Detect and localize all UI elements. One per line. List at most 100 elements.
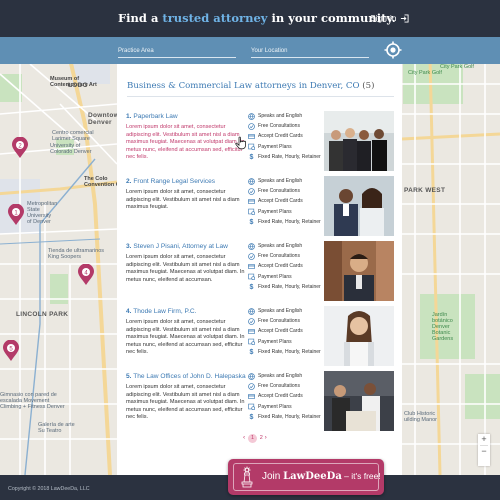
feature-label: Free Consultations xyxy=(258,123,300,130)
attorney-listing[interactable]: 5. The Law Offices of John D. Halepaska L… xyxy=(117,371,402,433)
feature-globe: Speaks and English xyxy=(248,111,324,121)
listing-photo[interactable] xyxy=(324,306,394,366)
feature-label: Payment Plans xyxy=(258,208,292,215)
feature-dollar: $ Fixed Rate, Hourly, Retainer xyxy=(248,347,324,357)
listing-name-link[interactable]: 5. The Law Offices of John D. Halepaska xyxy=(126,373,246,380)
map-label-msu: Metropolitan State University of Denver xyxy=(27,201,58,226)
map-pin-1[interactable]: 1 xyxy=(8,204,24,226)
feature-credit-card: Accept Credit Cards xyxy=(248,326,324,336)
feature-label: Fixed Rate, Hourly, Retainer xyxy=(258,218,321,225)
feature-dollar: $ Fixed Rate, Hourly, Retainer xyxy=(248,217,324,227)
map-pin-5[interactable]: 5 xyxy=(3,340,19,362)
listing-features: Speaks and English Free Consultations Acce… xyxy=(248,371,324,422)
feature-label: Accept Credit Cards xyxy=(258,263,303,270)
feature-label: Accept Credit Cards xyxy=(258,198,303,205)
listing-photo[interactable] xyxy=(324,241,394,301)
listing-features: Speaks and English Free Consultations Acce… xyxy=(248,306,324,357)
listing-name-link[interactable]: 4. Thode Law Firm, P.C. xyxy=(126,308,197,315)
feature-label: Payment Plans xyxy=(258,143,292,150)
pagination-next[interactable]: › xyxy=(265,434,267,441)
zoom-out-button[interactable]: − xyxy=(478,446,490,457)
check-circle-icon xyxy=(248,252,255,260)
location-input[interactable]: Your Location xyxy=(251,44,369,58)
map-pin-4[interactable]: 4 xyxy=(78,264,94,286)
top-header: Find a trusted attorney in your communit… xyxy=(0,0,500,37)
feature-label: Speaks and English xyxy=(258,308,303,315)
practice-area-placeholder: Practice Area xyxy=(118,48,154,54)
listing-photo[interactable] xyxy=(324,371,394,431)
svg-text:$: $ xyxy=(250,155,254,161)
feature-label: Free Consultations xyxy=(258,383,300,390)
listing-description: Lorem ipsum dolor sit amet, consectetur … xyxy=(126,254,245,283)
feature-globe: Speaks and English xyxy=(248,371,324,381)
map-pin-2[interactable]: 2 xyxy=(12,137,28,159)
feature-label: Speaks and English xyxy=(258,243,303,250)
check-circle-icon xyxy=(248,122,255,130)
site-tagline: Find a trusted attorney in your communit… xyxy=(118,11,396,25)
listing-number: 2. xyxy=(126,178,132,185)
listing-name-link[interactable]: 1. Paperbark Law xyxy=(126,113,178,120)
listing-name-link[interactable]: 2. Front Range Legal Services xyxy=(126,178,215,185)
signin-label: Sign-in xyxy=(370,13,397,23)
calendar-clock-icon xyxy=(248,143,255,151)
pagination-page-current[interactable]: 1 xyxy=(247,434,257,443)
dollar-icon: $ xyxy=(248,283,255,291)
feature-calendar-clock: Payment Plans xyxy=(248,337,324,347)
globe-icon xyxy=(248,307,255,315)
dollar-icon: $ xyxy=(248,413,255,421)
practice-area-input[interactable]: Practice Area xyxy=(118,44,236,58)
feature-check-circle: Free Consultations xyxy=(248,121,324,131)
join-brand: LawDeeDa xyxy=(283,471,342,482)
feature-label: Speaks and English xyxy=(258,178,303,185)
feature-label: Payment Plans xyxy=(258,403,292,410)
dollar-icon: $ xyxy=(248,348,255,356)
credit-card-icon xyxy=(248,393,255,400)
attorney-listing[interactable]: 3. Steven J Pisani, Attorney at Law Lorem… xyxy=(117,241,402,303)
feature-check-circle: Free Consultations xyxy=(248,381,324,391)
calendar-clock-icon xyxy=(248,208,255,216)
map-label-tienda: Tienda de ultramarinos King Soopers xyxy=(48,248,105,261)
signin-link[interactable]: Sign-in xyxy=(370,13,410,23)
svg-text:$: $ xyxy=(250,285,254,291)
map-label-jardin: Jardín botánico Denver Botanic Gardens xyxy=(432,312,454,343)
listing-features: Speaks and English Free Consultations Acce… xyxy=(248,111,324,162)
listing-number: 1. xyxy=(126,113,132,120)
pagination-page-2[interactable]: 2 xyxy=(260,435,263,441)
listing-name: Steven J Pisani, Attorney at Law xyxy=(133,243,228,250)
crosshair-target-icon[interactable] xyxy=(384,41,402,59)
credit-card-icon xyxy=(248,328,255,335)
attorney-listing[interactable]: 4. Thode Law Firm, P.C. Lorem ipsum dolor… xyxy=(117,306,402,368)
pagination: ‹ 1 2 › xyxy=(243,434,276,444)
credit-card-icon xyxy=(248,263,255,270)
listing-number: 4. xyxy=(126,308,132,315)
attorney-listing[interactable]: 1. Paperbark Law Lorem ipsum dolor sit am… xyxy=(117,111,402,173)
tagline-text-start: Find a xyxy=(118,11,163,25)
attorney-listing[interactable]: 2. Front Range Legal Services Lorem ipsum… xyxy=(117,176,402,238)
join-suffix: – it's free! xyxy=(341,471,381,481)
svg-text:$: $ xyxy=(250,415,254,421)
globe-icon xyxy=(248,242,255,250)
search-bar: Practice Area Your Location xyxy=(0,37,500,64)
listing-name-link[interactable]: 3. Steven J Pisani, Attorney at Law xyxy=(126,243,228,250)
feature-credit-card: Accept Credit Cards xyxy=(248,261,324,271)
feature-calendar-clock: Payment Plans xyxy=(248,207,324,217)
feature-label: Speaks and English xyxy=(258,373,303,380)
map-label-galeria: Galería de arte Su Teatro xyxy=(38,422,75,435)
feature-calendar-clock: Payment Plans xyxy=(248,142,324,152)
feature-credit-card: Accept Credit Cards xyxy=(248,131,324,141)
join-button-label: Join LawDeeDa – it's free! xyxy=(262,471,381,482)
map-label-convention: The Colo Convention C xyxy=(84,176,120,189)
results-count: (5) xyxy=(362,81,375,91)
listing-photo[interactable] xyxy=(324,176,394,236)
pagination-prev[interactable]: ‹ xyxy=(243,434,245,441)
feature-label: Payment Plans xyxy=(258,338,292,345)
join-button[interactable]: Join LawDeeDa – it's free! xyxy=(228,459,384,495)
listing-name: Thode Law Firm, P.C. xyxy=(133,308,197,315)
listing-photo[interactable] xyxy=(324,111,394,171)
zoom-in-button[interactable]: + xyxy=(478,434,490,445)
liberty-statue-icon xyxy=(241,466,253,488)
results-panel: Business & Commercial Law attorneys in D… xyxy=(117,64,402,475)
feature-label: Fixed Rate, Hourly, Retainer xyxy=(258,283,321,290)
listing-number: 3. xyxy=(126,243,132,250)
dollar-icon: $ xyxy=(248,218,255,226)
